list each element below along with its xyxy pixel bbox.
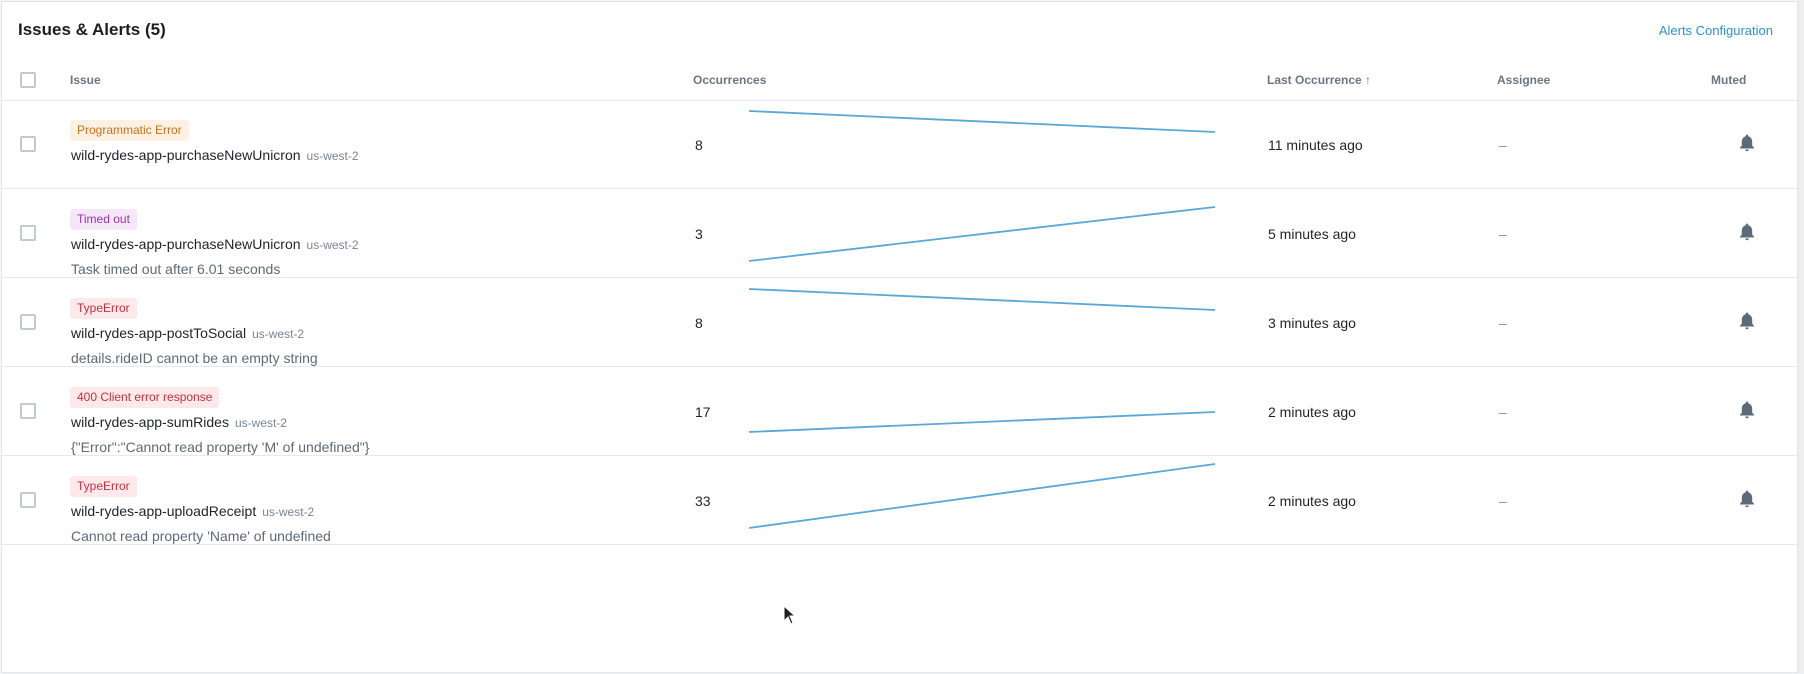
- issue-message: Cannot read property 'Name' of undefined: [71, 528, 331, 544]
- assignee-value[interactable]: –: [1499, 493, 1507, 509]
- sparkline-series: [748, 411, 1216, 433]
- issue-function-line: wild-rydes-app-purchaseNewUnicron us-west…: [71, 147, 359, 165]
- sparkline-series: [748, 206, 1216, 262]
- table-row[interactable]: Timed out wild-rydes-app-purchaseNewUnic…: [2, 189, 1799, 278]
- row-select-checkbox[interactable]: [20, 492, 36, 508]
- alerts-configuration-link[interactable]: Alerts Configuration: [1659, 23, 1773, 38]
- function-name-link[interactable]: wild-rydes-app-uploadReceipt: [71, 503, 256, 519]
- bell-icon[interactable]: [1738, 400, 1756, 420]
- issue-function-line: wild-rydes-app-postToSocial us-west-2: [71, 325, 304, 343]
- issue-message: details.rideID cannot be an empty string: [71, 350, 318, 366]
- region-label: us-west-2: [234, 416, 287, 430]
- table-row[interactable]: Programmatic Error wild-rydes-app-purcha…: [2, 100, 1799, 189]
- issue-type-badge: Timed out: [70, 209, 137, 230]
- column-header-issue[interactable]: Issue: [70, 73, 101, 87]
- assignee-value[interactable]: –: [1499, 404, 1507, 420]
- issue-type-badge: TypeError: [70, 298, 137, 319]
- row-select-checkbox[interactable]: [20, 225, 36, 241]
- issue-function-line: wild-rydes-app-purchaseNewUnicron us-west…: [71, 236, 359, 254]
- table-row[interactable]: TypeError wild-rydes-app-postToSocial us-…: [2, 278, 1799, 367]
- table-row[interactable]: TypeError wild-rydes-app-uploadReceipt us…: [2, 456, 1799, 545]
- sparkline-series: [748, 110, 1216, 133]
- mouse-cursor-icon: [783, 605, 797, 625]
- occurrence-sparkline: [748, 411, 1216, 433]
- occurrence-count: 17: [695, 404, 711, 420]
- assignee-value[interactable]: –: [1499, 137, 1507, 153]
- column-header-last-occurrence[interactable]: Last Occurrence ↑: [1267, 73, 1371, 87]
- region-label: us-west-2: [252, 327, 305, 341]
- issue-message: Task timed out after 6.01 seconds: [71, 261, 281, 277]
- row-select-checkbox[interactable]: [20, 314, 36, 330]
- occurrence-sparkline: [748, 288, 1216, 311]
- last-occurrence-time: 2 minutes ago: [1268, 493, 1356, 509]
- sparkline-series: [748, 288, 1216, 311]
- issue-type-badge: 400 Client error response: [70, 387, 220, 408]
- issue-type-badge: TypeError: [70, 476, 137, 497]
- occurrence-count: 8: [695, 315, 703, 331]
- issue-function-line: wild-rydes-app-sumRides us-west-2: [71, 414, 287, 432]
- column-header-muted[interactable]: Muted: [1711, 73, 1746, 87]
- row-select-checkbox[interactable]: [20, 136, 36, 152]
- bell-icon[interactable]: [1738, 222, 1756, 242]
- occurrence-sparkline: [748, 110, 1216, 133]
- assignee-value[interactable]: –: [1499, 226, 1507, 242]
- select-all-checkbox[interactable]: [20, 72, 36, 88]
- column-header-assignee[interactable]: Assignee: [1497, 73, 1550, 87]
- function-name-link[interactable]: wild-rydes-app-postToSocial: [71, 325, 246, 341]
- scrollbar[interactable]: [1798, 0, 1804, 674]
- sparkline-series: [748, 463, 1216, 529]
- function-name-link[interactable]: wild-rydes-app-purchaseNewUnicron: [71, 147, 301, 163]
- table-row[interactable]: 400 Client error response wild-rydes-app…: [2, 367, 1799, 456]
- occurrence-count: 8: [695, 137, 703, 153]
- last-occurrence-time: 11 minutes ago: [1268, 137, 1363, 153]
- issue-type-badge: Programmatic Error: [70, 120, 189, 141]
- assignee-value[interactable]: –: [1499, 315, 1507, 331]
- bell-icon[interactable]: [1738, 133, 1756, 153]
- last-occurrence-time: 2 minutes ago: [1268, 404, 1356, 420]
- issues-alerts-panel: Issues & Alerts (5) Alerts Configuration…: [1, 1, 1799, 673]
- panel-header: Issues & Alerts (5) Alerts Configuration: [18, 20, 1781, 44]
- region-label: us-west-2: [306, 238, 359, 252]
- occurrence-count: 33: [695, 493, 711, 509]
- bell-icon[interactable]: [1738, 311, 1756, 331]
- page-title: Issues & Alerts (5): [18, 20, 166, 40]
- table-header: Issue Occurrences Last Occurrence ↑ Assi…: [2, 60, 1799, 101]
- occurrence-count: 3: [695, 226, 703, 242]
- occurrence-sparkline: [748, 206, 1216, 262]
- function-name-link[interactable]: wild-rydes-app-purchaseNewUnicron: [71, 236, 301, 252]
- issue-count: (5): [144, 20, 166, 39]
- title-text: Issues & Alerts: [18, 20, 141, 39]
- bell-icon[interactable]: [1738, 489, 1756, 509]
- issue-function-line: wild-rydes-app-uploadReceipt us-west-2: [71, 503, 314, 521]
- function-name-link[interactable]: wild-rydes-app-sumRides: [71, 414, 229, 430]
- last-occurrence-time: 3 minutes ago: [1268, 315, 1356, 331]
- last-occurrence-time: 5 minutes ago: [1268, 226, 1356, 242]
- region-label: us-west-2: [306, 149, 359, 163]
- region-label: us-west-2: [262, 505, 315, 519]
- row-select-checkbox[interactable]: [20, 403, 36, 419]
- issue-message: {"Error":"Cannot read property 'M' of un…: [71, 439, 370, 455]
- occurrence-sparkline: [748, 463, 1216, 529]
- column-header-occurrences[interactable]: Occurrences: [693, 73, 766, 87]
